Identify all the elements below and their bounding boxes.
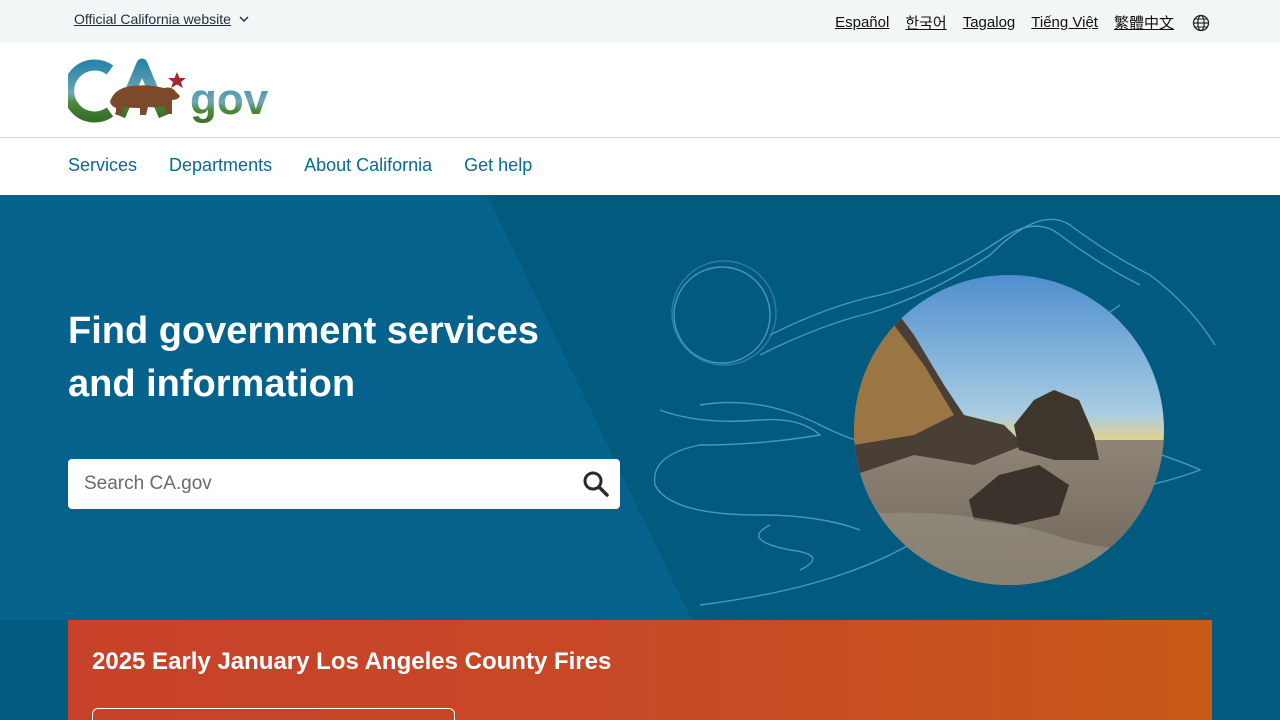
- search-input[interactable]: [68, 459, 568, 509]
- bear-icon: [110, 85, 180, 115]
- alert-title: 2025 Early January Los Angeles County Fi…: [92, 648, 612, 675]
- svg-text:gov: gov: [190, 75, 269, 124]
- ca-gov-logo[interactable]: gov: [68, 58, 288, 124]
- utility-header: Official California website Español 한국어 …: [0, 0, 1280, 42]
- official-site-toggle[interactable]: Official California website: [74, 11, 249, 27]
- alert-banner: 2025 Early January Los Angeles County Fi…: [68, 620, 1212, 720]
- language-links: Español 한국어 Tagalog Tiếng Việt 繁體中文: [835, 12, 1210, 33]
- lang-korean[interactable]: 한국어: [905, 12, 946, 33]
- globe-icon[interactable]: [1192, 14, 1210, 32]
- lang-spanish[interactable]: Español: [835, 14, 889, 31]
- lang-tagalog[interactable]: Tagalog: [963, 14, 1016, 31]
- hero-title: Find government services and information: [68, 310, 539, 405]
- hero-section: Find government services and information: [0, 195, 1280, 720]
- lang-chinese[interactable]: 繁體中文: [1114, 12, 1174, 33]
- main-navigation: Services Departments About California Ge…: [0, 139, 1280, 195]
- beach-photo: [854, 275, 1164, 585]
- chevron-down-icon: [239, 16, 249, 22]
- nav-services[interactable]: Services: [68, 155, 137, 176]
- nav-about-california[interactable]: About California: [304, 155, 432, 176]
- official-site-label: Official California website: [74, 11, 231, 27]
- search-box: [68, 459, 620, 509]
- nav-departments[interactable]: Departments: [169, 155, 272, 176]
- star-icon: [168, 72, 186, 88]
- lang-vietnamese[interactable]: Tiếng Việt: [1031, 14, 1098, 31]
- alert-button[interactable]: [92, 708, 455, 720]
- nav-get-help[interactable]: Get help: [464, 155, 532, 176]
- branding-header: gov: [0, 42, 1280, 138]
- search-icon[interactable]: [582, 470, 610, 498]
